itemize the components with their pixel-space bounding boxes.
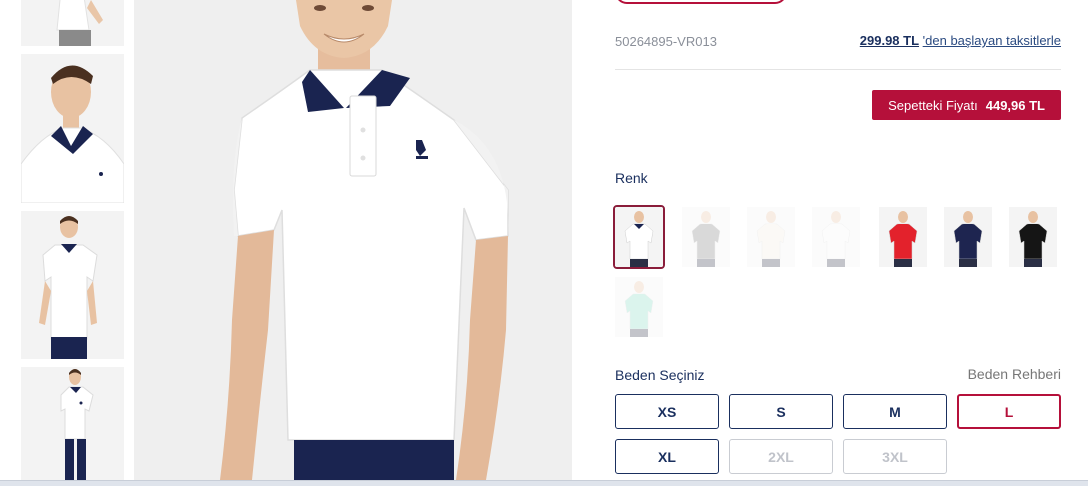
thumbnail-2[interactable] <box>21 54 124 203</box>
color-swatch-image <box>615 277 663 337</box>
color-swatch-image <box>879 207 927 267</box>
color-swatch-image <box>747 207 795 267</box>
color-swatch[interactable] <box>879 207 927 267</box>
color-swatch-image <box>1009 207 1057 267</box>
thumbnail-1[interactable] <box>21 0 124 46</box>
thumbnail-4-image <box>21 367 124 480</box>
product-sku: 50264895-VR013 <box>615 34 717 49</box>
installment-info-link[interactable]: 299.98 TL 'den başlayan taksitlerle <box>860 33 1061 48</box>
size-guide-link[interactable]: Beden Rehberi <box>968 366 1061 382</box>
basket-price-badge: Sepetteki Fiyatı 449,96 TL <box>872 90 1061 120</box>
size-button-s[interactable]: S <box>729 394 833 429</box>
basket-price-amount: 449,96 TL <box>985 97 1045 113</box>
color-section-label: Renk <box>615 170 648 186</box>
top-outline-button[interactable] <box>615 0 787 4</box>
color-swatch-image <box>682 207 730 267</box>
thumbnail-1-image <box>21 0 124 46</box>
color-swatch[interactable] <box>615 277 663 337</box>
color-swatch-image <box>944 207 992 267</box>
color-swatch[interactable] <box>613 205 665 269</box>
size-button-xs[interactable]: XS <box>615 394 719 429</box>
installment-text: 'den başlayan taksitlerle <box>922 33 1061 48</box>
installment-price: 299.98 TL <box>859 33 920 48</box>
color-swatch[interactable] <box>944 207 992 267</box>
color-swatch[interactable] <box>747 207 795 267</box>
main-product-image[interactable] <box>134 0 572 480</box>
size-button-xl[interactable]: XL <box>615 439 719 474</box>
size-button-3xl: 3XL <box>843 439 947 474</box>
main-product-photo <box>134 0 572 480</box>
divider <box>615 69 1061 70</box>
size-section-label: Beden Seçiniz <box>615 367 705 383</box>
basket-price-label: Sepetteki Fiyatı <box>888 97 978 113</box>
size-button-l[interactable]: L <box>957 394 1061 429</box>
color-swatch-image <box>812 207 860 267</box>
color-swatch-image <box>615 207 663 267</box>
thumbnail-4[interactable] <box>21 367 124 480</box>
window-bottom-bar <box>0 480 1088 486</box>
color-swatch[interactable] <box>1009 207 1057 267</box>
size-button-2xl: 2XL <box>729 439 833 474</box>
thumbnail-3[interactable] <box>21 211 124 359</box>
thumbnail-3-image <box>21 211 124 359</box>
color-swatch[interactable] <box>682 207 730 267</box>
thumbnail-2-image <box>21 54 124 203</box>
size-button-m[interactable]: M <box>843 394 947 429</box>
color-swatch[interactable] <box>812 207 860 267</box>
